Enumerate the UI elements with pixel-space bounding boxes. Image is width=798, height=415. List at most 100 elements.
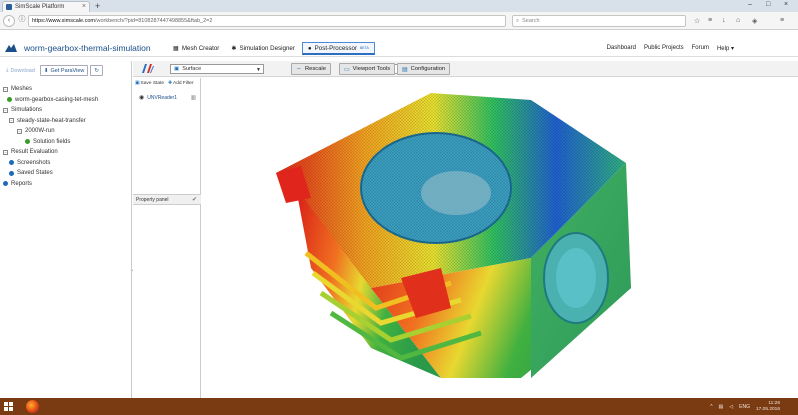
trash-icon[interactable]: ▥ bbox=[191, 95, 196, 101]
home-icon[interactable]: ⌂ bbox=[736, 17, 740, 24]
download-label: Download bbox=[10, 67, 35, 74]
os-taskbar: ^ ▤ ◁ ENG 11:26 17.05.2016 bbox=[0, 398, 798, 415]
property-panel-label: Property panel bbox=[136, 196, 169, 203]
3d-viewport[interactable] bbox=[201, 78, 798, 398]
gearbox-temperature-render[interactable] bbox=[201, 78, 798, 398]
simscale-favicon-icon bbox=[6, 4, 12, 10]
tree-solution-fields[interactable]: Solution fields bbox=[3, 137, 98, 148]
collapse-icon[interactable]: − bbox=[3, 86, 8, 92]
tree-result-evaluation[interactable]: − Result Evaluation bbox=[3, 147, 98, 158]
download-icon[interactable]: ↓ bbox=[722, 17, 726, 24]
status-dot-icon bbox=[25, 139, 30, 145]
tree-label: steady-state-heat-transfer bbox=[17, 117, 86, 124]
language-indicator[interactable]: ENG bbox=[739, 404, 750, 410]
collapse-icon[interactable]: − bbox=[17, 128, 22, 134]
network-icon[interactable]: ▤ bbox=[719, 404, 724, 410]
beta-badge: BETA bbox=[359, 46, 369, 50]
save-state-button[interactable]: ▣ Save State bbox=[135, 81, 164, 86]
save-state-label: Save State bbox=[140, 81, 165, 86]
simscale-logo-icon bbox=[5, 44, 17, 52]
refresh-button[interactable]: ↻ bbox=[90, 65, 103, 76]
get-paraview-label: Get ParaView bbox=[50, 67, 85, 74]
nav-dashboard[interactable]: Dashboard bbox=[607, 45, 636, 52]
nav-forum[interactable]: Forum bbox=[692, 45, 709, 52]
left-buttons: ⤓ Download ⬇ Get ParaView ↻ bbox=[3, 65, 103, 76]
tab-mesh-creator[interactable]: ▦ Mesh Creator bbox=[168, 42, 224, 55]
collapse-icon[interactable]: − bbox=[9, 118, 14, 124]
representation-select[interactable]: ▣ Surface ▼ bbox=[170, 64, 264, 74]
tree-reports[interactable]: Reports bbox=[3, 179, 98, 190]
chevron-down-icon: ▼ bbox=[256, 67, 261, 73]
status-dot-icon bbox=[3, 181, 8, 187]
viewport-tools-button[interactable]: ▭ Viewport Tools bbox=[339, 63, 396, 75]
search-placeholder: Search bbox=[522, 18, 540, 24]
tree-run-item[interactable]: −2000W-run bbox=[3, 126, 98, 137]
tab-post-processor[interactable]: ● Post-Processor BETA bbox=[301, 42, 375, 55]
pipeline-item[interactable]: ◉ UNVReader1 ▥ bbox=[135, 92, 199, 103]
info-icon[interactable]: ⓘ bbox=[16, 15, 28, 27]
star-icon[interactable]: ☆ bbox=[694, 17, 700, 25]
left-panel: ⤓ Download ⬇ Get ParaView ↻ − Meshes worm… bbox=[0, 61, 132, 398]
pipeline-buttons: ▣ Save State ✚ Add Filter bbox=[135, 81, 194, 86]
tree-meshes[interactable]: − Meshes bbox=[3, 84, 98, 95]
new-tab-icon[interactable]: + bbox=[95, 1, 100, 11]
nav-help[interactable]: Help ▾ bbox=[717, 45, 734, 52]
configuration-button[interactable]: ▤ Configuration bbox=[397, 63, 451, 75]
circle-icon: ● bbox=[307, 44, 312, 52]
pipeline-panel: ▣ Save State ✚ Add Filter ◉ UNVReader1 ▥ P… bbox=[133, 78, 201, 398]
browser-tab[interactable]: SimScale Platform × bbox=[2, 1, 90, 12]
tree-sim-item[interactable]: − steady-state-heat-transfer bbox=[3, 116, 98, 127]
url-path: /workbench/?pid=8108287447498855&ftab_2=… bbox=[94, 18, 213, 24]
nav-public-projects[interactable]: Public Projects bbox=[644, 45, 684, 52]
project-title: worm-gearbox-thermal-simulation bbox=[24, 43, 151, 53]
property-panel-header[interactable]: Property panel ✔ bbox=[133, 194, 201, 205]
download-icon: ⤓ bbox=[6, 67, 9, 73]
tree-mesh-item[interactable]: worm-gearbox-casing-tet-mesh bbox=[3, 95, 98, 106]
clock[interactable]: 11:26 17.05.2016 bbox=[756, 401, 780, 412]
browser-tab-title: SimScale Platform bbox=[15, 4, 65, 10]
pipeline-item-label: UNVReader1 bbox=[147, 94, 177, 101]
status-dot-icon bbox=[7, 97, 12, 103]
reading-list-icon[interactable]: ≡ bbox=[708, 17, 712, 24]
check-icon[interactable]: ✔ bbox=[192, 196, 197, 203]
status-dot-icon bbox=[9, 170, 14, 176]
collapse-icon[interactable]: − bbox=[3, 107, 8, 113]
back-icon[interactable]: ‹ bbox=[3, 15, 15, 27]
bore-inner bbox=[421, 171, 491, 215]
rescale-icon: ⇔ bbox=[296, 66, 302, 72]
menu-icon[interactable]: ≡ bbox=[780, 17, 784, 24]
tree-label: Result Evaluation bbox=[11, 149, 58, 156]
tree-screenshots[interactable]: Screenshots bbox=[3, 158, 98, 169]
get-paraview-button[interactable]: ⬇ Get ParaView bbox=[39, 65, 89, 76]
extension-icon[interactable]: ◈ bbox=[752, 17, 757, 25]
windows-start-icon[interactable] bbox=[4, 402, 13, 411]
save-icon: ▣ bbox=[135, 81, 140, 86]
tab-simulation-designer[interactable]: ✱ Simulation Designer bbox=[226, 42, 300, 55]
tray-chevron-icon[interactable]: ^ bbox=[710, 404, 712, 410]
add-filter-button[interactable]: ✚ Add Filter bbox=[168, 81, 194, 86]
project-tree: − Meshes worm-gearbox-casing-tet-mesh − Si… bbox=[3, 84, 98, 189]
viewer-toolbar: ▣ Surface ▼ ▶| 0 ⇔ Rescale ▭ Viewport To… bbox=[133, 61, 798, 77]
tree-label: worm-gearbox-casing-tet-mesh bbox=[15, 96, 99, 103]
collapse-icon[interactable]: − bbox=[3, 149, 8, 155]
tree-simulations[interactable]: − Simulations bbox=[3, 105, 98, 116]
close-window-icon[interactable]: × bbox=[784, 1, 788, 8]
maximize-icon[interactable]: □ bbox=[766, 1, 770, 8]
status-dot-icon bbox=[9, 160, 14, 166]
tree-saved-states[interactable]: Saved States bbox=[3, 168, 98, 179]
volume-icon[interactable]: ◁ bbox=[729, 404, 733, 410]
url-bar[interactable]: https://www.simscale.com/workbench/?pid=… bbox=[28, 15, 506, 27]
tree-label: Meshes bbox=[11, 86, 33, 93]
plus-icon: ✚ bbox=[168, 81, 173, 86]
eye-icon[interactable]: ◉ bbox=[139, 94, 144, 101]
paraview-logo-icon bbox=[142, 64, 154, 73]
tab-label: Simulation Designer bbox=[239, 45, 295, 52]
minimize-icon[interactable]: – bbox=[748, 1, 752, 8]
rescale-button[interactable]: ⇔ Rescale bbox=[291, 63, 331, 75]
tree-label: Saved States bbox=[17, 170, 53, 177]
close-tab-icon[interactable]: × bbox=[82, 3, 86, 10]
search-input[interactable]: ⌕ Search bbox=[512, 15, 686, 27]
firefox-icon[interactable] bbox=[26, 400, 39, 413]
app-header: worm-gearbox-thermal-simulation ▦ Mesh C… bbox=[0, 40, 798, 57]
download-button[interactable]: ⤓ Download bbox=[3, 65, 38, 76]
